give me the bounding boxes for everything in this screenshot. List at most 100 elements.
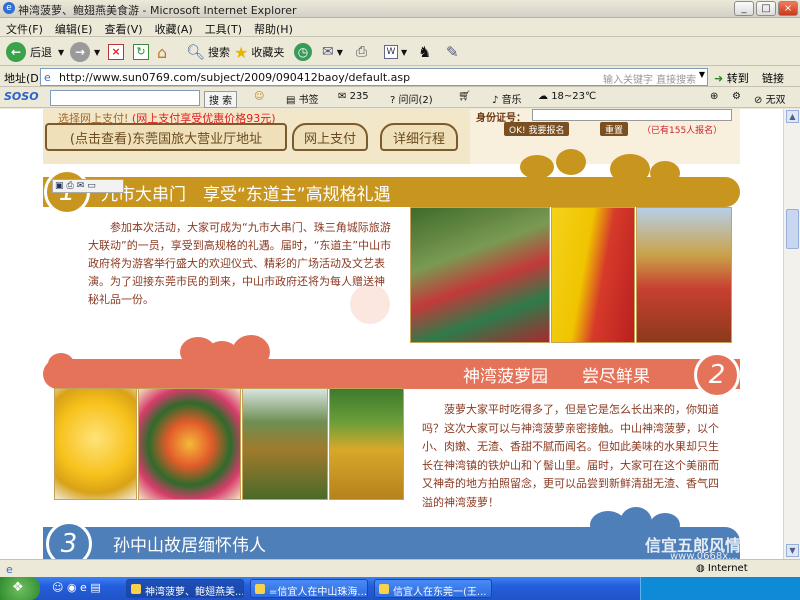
photo-dancers-1 xyxy=(410,207,550,343)
menu-view[interactable]: 查看(V) xyxy=(98,19,148,39)
signup-form: 身份证号： OK! 我要报名 重置 （已有155人报名） xyxy=(470,109,740,164)
go-arrow-icon: ➜ xyxy=(714,72,724,85)
email-icon[interactable]: ✉ xyxy=(77,181,85,191)
search-button[interactable]: 🔍︎ 搜索 xyxy=(186,41,230,63)
links-button[interactable]: 链接 xyxy=(762,70,784,86)
ask-label: 问问(2) xyxy=(398,95,433,106)
menu-help[interactable]: 帮助(H) xyxy=(248,19,299,39)
menu-bar: 文件(F) 编辑(E) 查看(V) 收藏(A) 工具(T) 帮助(H) xyxy=(0,19,800,37)
print-icon[interactable]: ⎙ xyxy=(67,181,74,191)
soso-gear-icon[interactable]: ⚙ xyxy=(732,91,741,102)
quicklaunch-icons[interactable]: ☺ ◉ e ▤ xyxy=(52,581,101,594)
forward-button[interactable]: → ▼ xyxy=(70,41,100,63)
home-button[interactable]: ⌂ xyxy=(157,41,167,63)
section2-title: 神湾菠萝园 尝尽鲜果 xyxy=(463,366,650,387)
vertical-scrollbar[interactable]: ▲ ▼ xyxy=(783,109,800,559)
edit-button[interactable]: W ▼ xyxy=(384,41,407,63)
section2-text: 菠萝大家平时吃得多了，但是它是怎么长出来的，你知道吗？这次大家可以与神湾菠萝亲密… xyxy=(422,403,719,509)
home-icon: ⌂ xyxy=(157,42,168,62)
office-address-link[interactable]: (点击查看)东莞国旅大营业厅地址 xyxy=(45,123,287,151)
soso-logo: SOSO xyxy=(4,90,39,103)
stop-button[interactable]: × xyxy=(108,41,124,63)
section3-title: 孙中山故居缅怀伟人 xyxy=(113,535,266,556)
menu-favorites[interactable]: 收藏(A) xyxy=(149,19,199,39)
chevron-down-icon[interactable]: ▼ xyxy=(699,70,705,79)
photo-pineapple-fruit xyxy=(329,388,404,500)
music-icon: ♪ xyxy=(492,95,502,106)
save-icon[interactable]: ▣ xyxy=(55,181,64,191)
maximize-button[interactable]: □ xyxy=(756,1,776,16)
task-item[interactable]: 信宜人在东莞一(王... xyxy=(374,579,492,598)
back-button[interactable]: ← 后退 ▼ xyxy=(6,41,64,63)
soso-shop-icon[interactable]: 🛒︎ xyxy=(458,91,471,102)
bookmarks-label: 书签 xyxy=(298,95,319,106)
photo-pineapple-field xyxy=(242,388,328,500)
menu-file[interactable]: 文件(F) xyxy=(0,19,49,39)
page-viewport: 选择网上支付! (网上支付享受优惠价格93元) (点击查看)东莞国旅大营业厅地址… xyxy=(0,109,783,559)
soso-weather[interactable]: ☁ 18~23℃ xyxy=(538,91,596,102)
scroll-down-icon[interactable]: ▼ xyxy=(786,544,799,557)
print-button[interactable]: ⎙ xyxy=(356,41,367,63)
signup-button[interactable]: OK! 我要报名 xyxy=(504,122,570,136)
minimize-button[interactable]: _ xyxy=(734,1,754,16)
weather-label: 18~23℃ xyxy=(551,91,597,102)
signup-count: （已有155人报名） xyxy=(642,126,723,136)
window-title: 神湾菠萝、鲍翅燕美食游 - Microsoft Internet Explore… xyxy=(18,4,297,17)
soso-music[interactable]: ♪ 音乐 xyxy=(492,91,522,106)
mail-button[interactable]: ✉ ▼ xyxy=(322,41,343,63)
globe-icon: ◍ xyxy=(696,563,708,574)
soso-ask[interactable]: ? 问问(2) xyxy=(390,91,433,106)
refresh-button[interactable]: ↻ xyxy=(133,41,149,63)
chevron-down-icon: ▼ xyxy=(94,47,101,57)
photo-pineapple-slices xyxy=(54,388,137,500)
soso-plus-icon[interactable]: ⊕ xyxy=(710,91,718,102)
address-input[interactable]: e http://www.sun0769.com/subject/2009/09… xyxy=(40,68,708,86)
history-icon: ◷ xyxy=(294,43,312,61)
scrollbar-thumb[interactable] xyxy=(786,209,799,249)
address-search-hint: 输入关键字 直接搜索 xyxy=(603,75,697,86)
mail-count: 235 xyxy=(349,91,369,102)
zone-label: ◍ Internet xyxy=(696,563,748,574)
decor-bubble xyxy=(520,155,554,179)
folder-icon[interactable]: ▭ xyxy=(87,181,96,191)
ie-icon: e xyxy=(3,2,15,14)
photo-dancers-2 xyxy=(551,207,635,343)
research-icon: ✎ xyxy=(446,43,459,61)
image-toolbar: ▣ ⎙ ✉ ▭ xyxy=(52,179,124,193)
soso-search-button[interactable]: 搜 索 xyxy=(204,91,238,108)
task-item[interactable]: 神湾菠萝、鲍翅燕美... xyxy=(126,579,244,598)
close-button[interactable]: × xyxy=(778,1,798,16)
messenger-icon: ♞ xyxy=(418,43,432,61)
block-icon: ⊘ xyxy=(754,95,766,106)
menu-edit[interactable]: 编辑(E) xyxy=(49,19,99,39)
online-pay-button[interactable]: 网上支付 xyxy=(292,123,368,151)
taskbar: ❖ ☺ ◉ e ▤ 神湾菠萝、鲍翅燕美... =信宜人在中山珠海... 信宜人在… xyxy=(0,577,800,600)
back-label: 后退 xyxy=(30,46,52,59)
itinerary-button[interactable]: 详细行程 xyxy=(380,123,458,151)
menu-tools[interactable]: 工具(T) xyxy=(199,19,248,39)
go-button[interactable]: ➜ 转到 xyxy=(714,70,749,86)
photo-pineapple-rice xyxy=(138,388,241,500)
scroll-up-icon[interactable]: ▲ xyxy=(786,110,799,123)
stop-icon: × xyxy=(108,44,124,60)
soso-bookmarks[interactable]: ▤ 书签 xyxy=(286,91,319,106)
favorites-button[interactable]: ★ 收藏夹 xyxy=(234,41,284,63)
soso-smiley-icon[interactable]: ☺ xyxy=(254,91,264,102)
section1-title: 九市大串门 享受“东道主”高规格礼遇 xyxy=(101,184,391,205)
research-button[interactable]: ✎ xyxy=(446,41,459,63)
history-button[interactable]: ◷ xyxy=(294,41,312,63)
title-bar: e 神湾菠萝、鲍翅燕美食游 - Microsoft Internet Explo… xyxy=(0,0,800,18)
section1-title-band: 九市大串门 享受“东道主”高规格礼遇 xyxy=(43,177,740,207)
reset-button[interactable]: 重置 xyxy=(600,122,629,136)
soso-mail[interactable]: ✉ 235 xyxy=(338,91,369,102)
decor-bubble xyxy=(556,149,586,175)
task-item[interactable]: =信宜人在中山珠海... xyxy=(250,579,368,598)
id-number-input[interactable] xyxy=(532,109,732,121)
soso-search-input[interactable] xyxy=(50,90,200,106)
start-button[interactable]: ❖ xyxy=(0,577,40,600)
address-bar: 地址(D) e http://www.sun0769.com/subject/2… xyxy=(0,67,800,87)
soso-noads[interactable]: ⊘ 无双 xyxy=(754,91,786,106)
bookmark-icon: ▤ xyxy=(286,95,299,106)
printer-icon: ⎙ xyxy=(356,44,368,60)
messenger-button[interactable]: ♞ xyxy=(418,41,431,63)
